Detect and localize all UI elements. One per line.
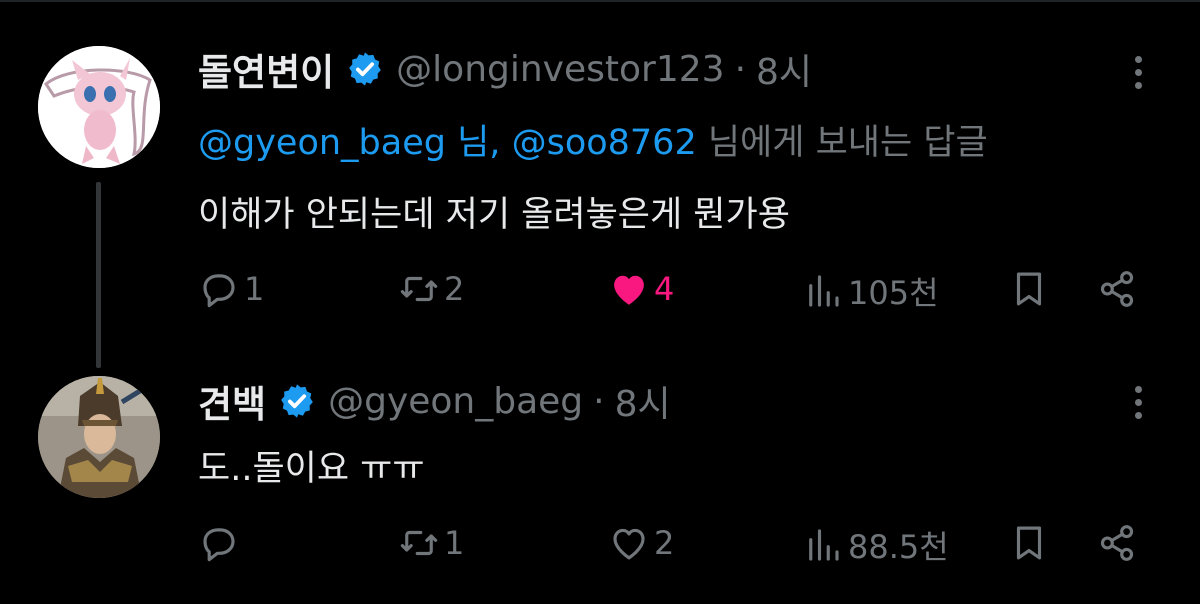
- more-dot-icon: [1134, 386, 1142, 393]
- timestamp[interactable]: 8시: [615, 375, 671, 427]
- bookmark-icon: [1016, 272, 1042, 306]
- bookmark-button[interactable]: [1008, 268, 1050, 310]
- reply-count: 1: [244, 270, 265, 308]
- retweet-button[interactable]: 2: [398, 268, 464, 310]
- reply-button[interactable]: [198, 522, 244, 564]
- avatar[interactable]: [38, 46, 160, 168]
- reply-icon: [203, 528, 235, 562]
- retweet-icon: [400, 530, 438, 556]
- retweet-count: 1: [444, 524, 465, 562]
- retweet-button[interactable]: 1: [398, 522, 464, 564]
- more-dot-icon: [1134, 399, 1142, 406]
- bookmark-button[interactable]: [1008, 522, 1050, 564]
- heart-filled-icon: [614, 275, 644, 305]
- like-button[interactable]: 4: [608, 268, 674, 310]
- timestamp[interactable]: 8시: [756, 43, 812, 95]
- author-handle[interactable]: @longinvestor123: [396, 49, 724, 90]
- more-options-button[interactable]: [1132, 56, 1144, 95]
- more-dot-icon: [1134, 412, 1142, 419]
- tweet-header: 견백 @gyeon_baeg · 8시: [198, 375, 671, 427]
- top-divider: [0, 0, 1200, 2]
- thread-connector-line: [96, 182, 101, 368]
- separator-dot: ·: [734, 48, 747, 90]
- views-count: 105천: [848, 274, 939, 312]
- tweet-text: 이해가 안되는데 저기 올려놓은게 뭔가용: [198, 195, 790, 235]
- heart-outline-icon: [613, 528, 645, 560]
- views-count: 88.5천: [848, 528, 949, 566]
- more-dot-icon: [1134, 82, 1142, 89]
- avatar[interactable]: [38, 376, 160, 498]
- share-icon: [1100, 271, 1134, 307]
- more-dot-icon: [1134, 56, 1142, 63]
- separator-dot: ·: [593, 380, 605, 422]
- mention-link[interactable]: @soo8762: [512, 123, 697, 163]
- more-dot-icon: [1134, 69, 1142, 76]
- share-button[interactable]: [1096, 268, 1138, 310]
- action-bar: 1 2 88.5천: [198, 522, 1148, 570]
- verified-badge-icon[interactable]: [278, 382, 316, 420]
- bookmark-icon: [1016, 526, 1042, 560]
- reply-to-suffix: 님에게 보내는 답글: [696, 123, 988, 163]
- retweet-count: 2: [444, 270, 465, 308]
- views-button[interactable]: 88.5천: [802, 522, 949, 568]
- mew-avatar-icon: [38, 46, 160, 168]
- warrior-avatar-icon: [38, 376, 160, 498]
- tweet-header: 돌연변이 @longinvestor123 · 8시: [198, 43, 812, 95]
- author-handle[interactable]: @gyeon_baeg: [328, 381, 583, 422]
- share-icon: [1100, 525, 1134, 561]
- reply-icon: [203, 274, 235, 308]
- like-count: 2: [654, 524, 675, 562]
- action-bar: 1 2 4 105천: [198, 268, 1148, 316]
- replying-to: @gyeon_baeg 님, @soo8762 님에게 보내는 답글: [198, 114, 988, 165]
- share-button[interactable]: [1096, 522, 1138, 564]
- author-name[interactable]: 돌연변이: [198, 42, 334, 96]
- more-options-button[interactable]: [1132, 386, 1144, 425]
- retweet-icon: [400, 276, 438, 302]
- views-chart-icon: [809, 275, 839, 307]
- verified-badge-icon[interactable]: [346, 50, 384, 88]
- mention-link[interactable]: @gyeon_baeg 님,: [198, 123, 500, 163]
- like-count: 4: [654, 270, 675, 308]
- views-button[interactable]: 105천: [802, 268, 939, 314]
- views-chart-icon: [809, 529, 839, 561]
- like-button[interactable]: 2: [608, 522, 674, 564]
- reply-button[interactable]: 1: [198, 268, 264, 310]
- tweet-text: 도..돌이요 ㅠㅠ: [198, 449, 425, 489]
- author-name[interactable]: 견백: [198, 374, 266, 428]
